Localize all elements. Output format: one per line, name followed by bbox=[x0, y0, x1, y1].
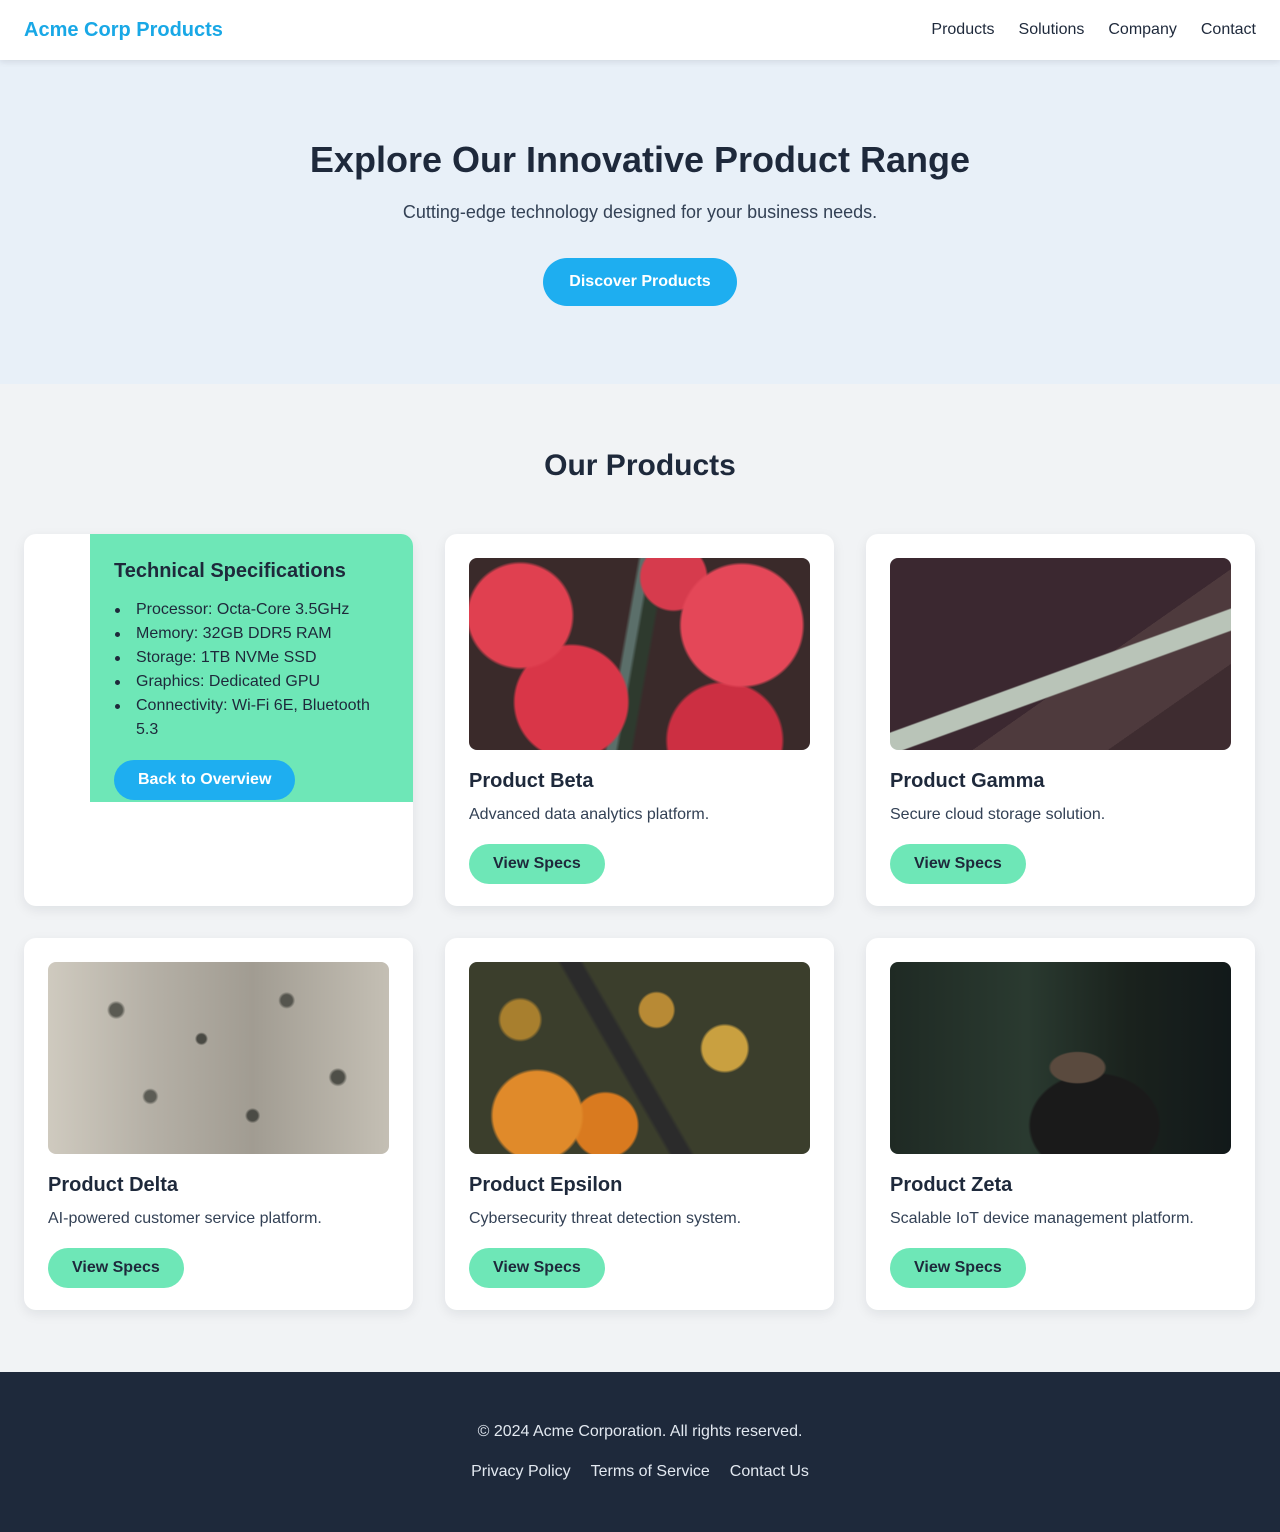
nav-contact[interactable]: Contact bbox=[1201, 21, 1256, 39]
product-card-gamma: Product Gamma Secure cloud storage solut… bbox=[866, 534, 1255, 906]
product-title: Product Beta bbox=[469, 770, 594, 792]
specs-panel: Technical Specifications Processor: Octa… bbox=[90, 534, 413, 802]
brand-logo[interactable]: Acme Corp Products bbox=[24, 19, 223, 42]
nav-products[interactable]: Products bbox=[931, 21, 994, 39]
product-card-epsilon: Product Epsilon Cybersecurity threat det… bbox=[445, 938, 834, 1310]
specs-list: Processor: Octa-Core 3.5GHz Memory: 32GB… bbox=[114, 598, 389, 742]
copyright-text: © 2024 Acme Corporation. All rights rese… bbox=[477, 1423, 803, 1440]
product-title: Product Delta bbox=[48, 1174, 179, 1196]
spec-item: Memory: 32GB DDR5 RAM bbox=[114, 622, 389, 646]
terms-of-service-link[interactable]: Terms of Service bbox=[591, 1462, 710, 1482]
view-specs-button[interactable]: View Specs bbox=[469, 1248, 605, 1288]
product-description: Scalable IoT device management platform. bbox=[890, 1210, 1194, 1227]
contact-us-link[interactable]: Contact Us bbox=[730, 1462, 809, 1482]
product-grid: Technical Specifications Processor: Octa… bbox=[24, 534, 1256, 1310]
product-image-person-forest bbox=[890, 962, 1231, 1154]
back-to-overview-button[interactable]: Back to Overview bbox=[114, 760, 296, 800]
hero-title: Explore Our Innovative Product Range bbox=[309, 139, 971, 180]
view-specs-button[interactable]: View Specs bbox=[890, 1248, 1026, 1288]
site-header: Acme Corp Products Products Solutions Co… bbox=[0, 0, 1280, 60]
main-nav: Products Solutions Company Contact bbox=[931, 21, 1256, 39]
site-footer: © 2024 Acme Corporation. All rights rese… bbox=[0, 1372, 1280, 1532]
hero-subtitle: Cutting-edge technology designed for you… bbox=[402, 202, 878, 222]
product-title: Product Gamma bbox=[890, 770, 1045, 792]
spec-item: Connectivity: Wi-Fi 6E, Bluetooth 5.3 bbox=[114, 694, 389, 742]
product-description: Advanced data analytics platform. bbox=[469, 806, 710, 823]
specs-title: Technical Specifications bbox=[114, 560, 346, 582]
hero-section: Explore Our Innovative Product Range Cut… bbox=[0, 60, 1280, 384]
product-description: Secure cloud storage solution. bbox=[890, 806, 1106, 823]
product-image-strawberries bbox=[469, 558, 810, 750]
product-card-zeta: Product Zeta Scalable IoT device managem… bbox=[866, 938, 1255, 1310]
discover-products-button[interactable]: Discover Products bbox=[543, 258, 737, 306]
products-heading: Our Products bbox=[544, 449, 736, 482]
product-image-mountain bbox=[890, 558, 1231, 750]
spec-item: Processor: Octa-Core 3.5GHz bbox=[114, 598, 389, 622]
spec-item: Storage: 1TB NVMe SSD bbox=[114, 646, 389, 670]
spec-item: Graphics: Dedicated GPU bbox=[114, 670, 389, 694]
privacy-policy-link[interactable]: Privacy Policy bbox=[471, 1462, 571, 1482]
product-card-beta: Product Beta Advanced data analytics pla… bbox=[445, 534, 834, 906]
nav-company[interactable]: Company bbox=[1108, 21, 1176, 39]
product-title: Product Zeta bbox=[890, 1174, 1013, 1196]
product-card-delta: Product Delta AI-powered customer servic… bbox=[24, 938, 413, 1310]
view-specs-button[interactable]: View Specs bbox=[48, 1248, 184, 1288]
product-title: Product Epsilon bbox=[469, 1174, 623, 1196]
products-section: Our Products Technical Specifications Pr… bbox=[0, 384, 1280, 1372]
product-description: AI-powered customer service platform. bbox=[48, 1210, 322, 1227]
product-image-raindrops bbox=[48, 962, 389, 1154]
view-specs-button[interactable]: View Specs bbox=[469, 844, 605, 884]
product-card-alpha: Technical Specifications Processor: Octa… bbox=[24, 534, 413, 906]
product-description: Cybersecurity threat detection system. bbox=[469, 1210, 742, 1227]
nav-solutions[interactable]: Solutions bbox=[1019, 21, 1085, 39]
footer-links: Privacy Policy Terms of Service Contact … bbox=[471, 1462, 809, 1482]
view-specs-button[interactable]: View Specs bbox=[890, 844, 1026, 884]
product-image-autumn-forest bbox=[469, 962, 810, 1154]
